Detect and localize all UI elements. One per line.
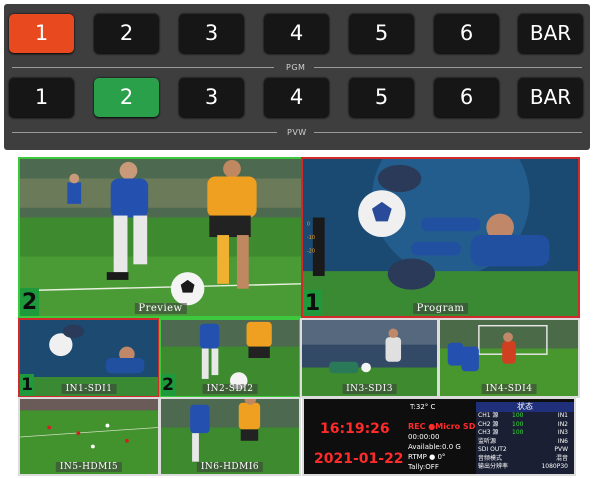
multiview-monitor: 2 Preview 0 -10 -20 1 Program 1 IN1-SDI1… [18,157,581,477]
input-2-label: IN2-SDI2 [202,384,258,394]
input-6-tile[interactable]: IN6-HDMI6 [159,397,301,476]
input-1-badge: 1 [20,374,34,396]
status-row-name: SDI OUT2 [478,446,507,453]
input-4-label: IN4-SDI4 [481,384,537,394]
clock-date: 2021-01-22 [314,451,404,467]
pvw-key-bar[interactable]: BAR [518,77,583,117]
status-row-value: 混音 [555,454,568,462]
tally-status: Tally:OFF [408,463,439,471]
status-table: 状态 CH1 源 100 IN1 CH2 源 100 IN2 CH3 源 100… [476,402,574,474]
preview-input-badge: 2 [20,288,39,316]
status-row-level [512,438,538,447]
pvw-bus-label: PVW [287,128,307,137]
pgm-key-4[interactable]: 4 [264,13,329,53]
status-row: 音频模式 混音 [476,455,574,464]
program-input-badge: 1 [303,290,322,316]
status-row-name: 监听源 [478,437,497,445]
status-panel: 16:19:26 2021-01-22 T:32° C REC ●Micro S… [302,397,576,476]
status-row-value: IN2 [557,420,568,428]
pgm-bus-label: PGM [286,63,306,72]
preview-scene-image [20,159,301,316]
program-window[interactable]: 0 -10 -20 1 Program [301,157,580,318]
status-row-name: CH1 源 [478,412,499,419]
preview-window[interactable]: 2 Preview [18,157,303,318]
svg-text:-10: -10 [307,235,315,241]
pvw-key-1[interactable]: 1 [9,77,74,117]
status-row-name: CH3 源 [478,429,499,436]
storage-available: Available:0.0 G [408,443,461,451]
pgm-key-bar[interactable]: BAR [518,13,583,53]
switcher-keyboard-panel: 1 2 3 4 5 6 BAR PGM 1 2 3 4 5 6 BAR PVW [4,4,590,150]
status-row-level [512,446,538,455]
pgm-key-5[interactable]: 5 [349,13,414,53]
status-row-level: 100 [512,429,524,436]
pvw-divider-right [314,132,582,133]
pvw-divider-left [12,132,277,133]
input-1-label: IN1-SDI1 [61,384,117,394]
status-row: CH3 源 100 IN3 [476,429,574,438]
input-2-tile[interactable]: 2 IN2-SDI2 [159,318,301,398]
status-row-name: CH2 源 [478,420,499,428]
status-row-level: 100 [512,420,524,428]
status-row: SDI OUT2 PVW [476,446,574,455]
pvw-key-2[interactable]: 2 [94,77,159,117]
status-row: CH2 源 100 IN2 [476,421,574,430]
input-3-tile[interactable]: IN3-SDI3 [300,318,439,398]
rtmp-status: RTMP ● 0° [408,453,446,461]
pgm-divider-right [314,67,582,68]
status-row-name: 输出分辨率 [478,463,509,470]
pgm-key-1[interactable]: 1 [9,13,74,53]
status-row-value: 1080P30 [541,463,568,470]
clock-time: 16:19:26 [320,421,390,437]
temperature-readout: T:32° C [410,403,436,411]
status-row-value: PVW [554,446,568,453]
input-2-badge: 2 [161,374,175,396]
status-row-level [512,455,538,464]
status-table-title: 状态 [476,402,574,412]
input-5-label: IN5-HDMI5 [55,462,123,472]
pvw-key-4[interactable]: 4 [264,77,329,117]
pgm-key-2[interactable]: 2 [94,13,159,53]
pgm-divider-left [12,67,274,68]
status-row-value: IN1 [557,412,568,419]
status-row: 输出分辨率 1080P30 [476,463,574,472]
status-row-level [512,463,538,472]
status-row: 监听源 IN6 [476,438,574,447]
input-3-label: IN3-SDI3 [342,384,397,394]
svg-text:-20: -20 [307,249,315,255]
svg-text:0: 0 [307,221,310,227]
pvw-key-3[interactable]: 3 [179,77,244,117]
input-6-label: IN6-HDMI6 [196,462,264,472]
pgm-key-3[interactable]: 3 [179,13,244,53]
program-label: Program [412,303,469,314]
pvw-key-6[interactable]: 6 [434,77,499,117]
input-1-tile[interactable]: 1 IN1-SDI1 [18,318,160,398]
status-row: CH1 源 100 IN1 [476,412,574,421]
input-4-tile[interactable]: IN4-SDI4 [438,318,580,398]
recording-timer: 00:00:00 [408,433,440,441]
program-scene-image: 0 -10 -20 [303,159,578,316]
recording-status: REC ●Micro SD [408,422,476,431]
status-row-level: 100 [512,412,524,419]
input-5-tile[interactable]: IN5-HDMI5 [18,397,160,476]
status-row-value: IN6 [557,437,568,445]
pgm-key-6[interactable]: 6 [434,13,499,53]
preview-label: Preview [134,303,187,314]
pvw-key-5[interactable]: 5 [349,77,414,117]
status-row-value: IN3 [557,429,568,436]
status-row-name: 音频模式 [478,454,503,462]
